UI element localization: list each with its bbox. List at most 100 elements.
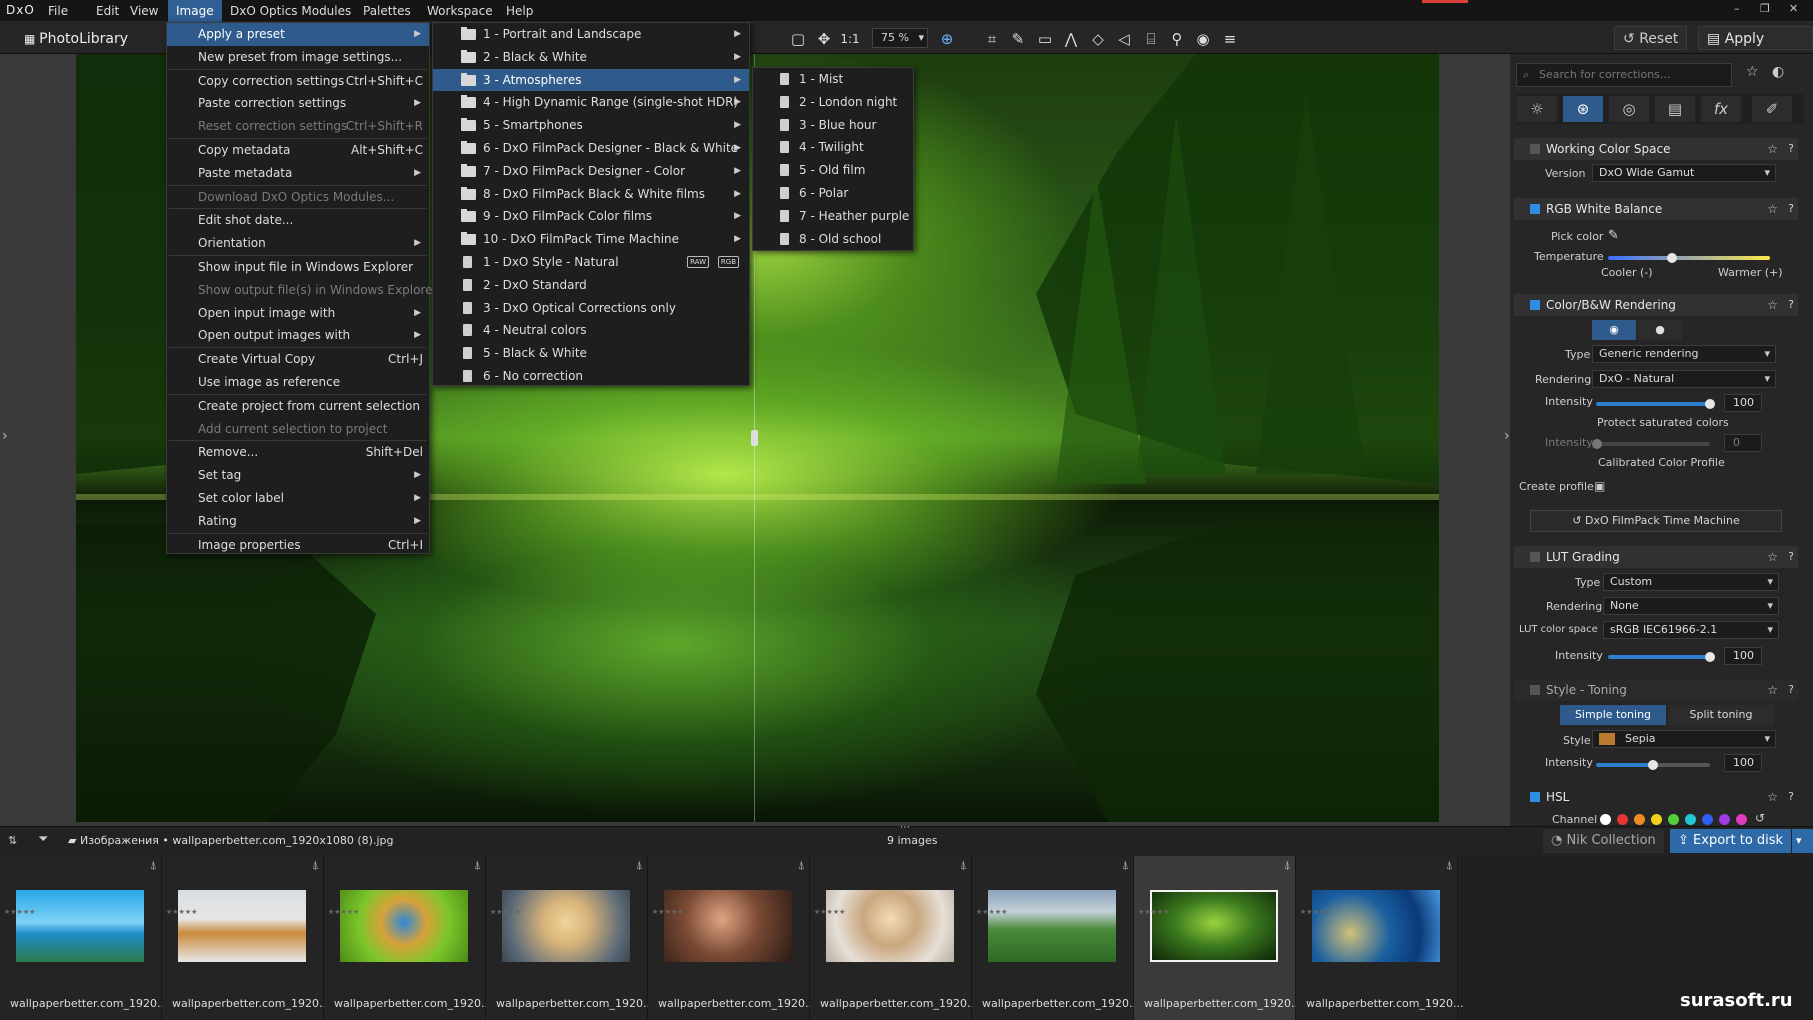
- preset-menu-item[interactable]: 6 - DxO FilmPack Designer - Black & Whit…: [433, 137, 749, 160]
- hsl-channel-dot[interactable]: [1634, 814, 1645, 825]
- temperature-knob[interactable]: [1667, 253, 1677, 263]
- style-toning-header[interactable]: Style - Toning ☆?: [1514, 679, 1798, 701]
- move-icon[interactable]: ✥: [812, 27, 836, 51]
- lut-grading-header[interactable]: LUT Grading ☆?: [1514, 546, 1798, 568]
- preset-menu-item[interactable]: 4 - Neutral colors: [433, 319, 749, 342]
- filmpack-time-machine-button[interactable]: ↺ DxO FilmPack Time Machine: [1530, 510, 1782, 532]
- lut-intensity-slider[interactable]: [1608, 655, 1710, 659]
- close-icon[interactable]: ✕: [1789, 2, 1798, 15]
- one-to-one-button[interactable]: 1:1: [838, 27, 862, 51]
- help-icon[interactable]: ?: [1788, 679, 1794, 701]
- tab-effects-icon[interactable]: fx: [1701, 96, 1741, 122]
- hsl-header[interactable]: HSL ☆?: [1514, 786, 1798, 808]
- star-icon[interactable]: ☆: [1767, 294, 1778, 316]
- menu-item[interactable]: Show input file in Windows Explorer: [167, 256, 429, 279]
- menu-item[interactable]: Add current selection to project: [167, 418, 429, 441]
- reset-button[interactable]: ↺ Reset: [1614, 26, 1688, 50]
- intensity2-value[interactable]: 0: [1724, 434, 1762, 452]
- export-options-chevron-icon[interactable]: ▾: [1792, 829, 1813, 853]
- preset-menu-item[interactable]: 5 - Smartphones ▶: [433, 114, 749, 137]
- atmosphere-preset-item[interactable]: 5 - Old film: [753, 159, 913, 182]
- menu-image[interactable]: Image: [168, 0, 222, 22]
- star-icon[interactable]: ☆: [1767, 679, 1778, 701]
- palette-enable-checkbox[interactable]: [1530, 204, 1540, 214]
- tab-color-icon[interactable]: ⊛: [1563, 96, 1603, 122]
- rendering-type-select[interactable]: Generic rendering: [1592, 345, 1776, 363]
- split-toning-button[interactable]: Split toning: [1668, 705, 1774, 725]
- sort-icon[interactable]: ⇅: [8, 834, 17, 847]
- filmstrip-thumbnail[interactable]: wallpaperbetter.com_1920... ⍋ ★★★★★: [324, 856, 491, 1020]
- atmosphere-preset-item[interactable]: 8 - Old school: [753, 228, 913, 251]
- menu-item[interactable]: Copy correction settings Ctrl+Shift+C: [167, 70, 429, 93]
- palette-enable-checkbox[interactable]: [1530, 144, 1540, 154]
- hsl-channel-dot[interactable]: [1600, 814, 1611, 825]
- version-select[interactable]: DxO Wide Gamut: [1592, 164, 1776, 182]
- menu-item[interactable]: Paste correction settings ▶: [167, 92, 429, 115]
- perspective-icon[interactable]: ⋀: [1059, 27, 1083, 51]
- menu-item[interactable]: Set color label ▶: [167, 487, 429, 510]
- zoom-select[interactable]: 75 % ▾: [872, 28, 928, 48]
- lut-type-select[interactable]: Custom: [1603, 573, 1779, 591]
- menu-palettes[interactable]: Palettes: [355, 0, 419, 22]
- toggle-icon[interactable]: ◐: [1772, 64, 1784, 80]
- drag-handle-icon[interactable]: ⋯: [900, 822, 910, 833]
- filmstrip-thumbnail[interactable]: wallpaperbetter.com_1920... ⍋ ★★★★★: [162, 856, 329, 1020]
- rating-stars[interactable]: ★★★★★: [166, 908, 197, 917]
- create-profile-icon[interactable]: ▣: [1594, 479, 1605, 493]
- menu-item[interactable]: Orientation ▶: [167, 232, 429, 255]
- photolibrary-tab[interactable]: ▦ PhotoLibrary: [24, 27, 128, 51]
- export-to-disk-button[interactable]: ⇪ Export to disk: [1670, 829, 1792, 853]
- rating-stars[interactable]: ★★★★★: [490, 908, 521, 917]
- rgb-white-balance-header[interactable]: RGB White Balance ☆?: [1514, 198, 1798, 220]
- style-select[interactable]: Sepia: [1592, 730, 1776, 748]
- preset-menu-item[interactable]: 8 - DxO FilmPack Black & White films ▶: [433, 183, 749, 206]
- menu-help[interactable]: Help: [498, 0, 541, 22]
- atmosphere-preset-item[interactable]: 6 - Polar: [753, 182, 913, 205]
- grid-overlay-icon[interactable]: ⌸: [1139, 27, 1163, 51]
- menu-view[interactable]: View: [122, 0, 166, 22]
- preset-menu-item[interactable]: 2 - Black & White ▶: [433, 46, 749, 69]
- hsl-channel-dot[interactable]: [1617, 814, 1628, 825]
- temperature-slider[interactable]: [1608, 256, 1770, 260]
- tab-detail-icon[interactable]: ◎: [1609, 96, 1649, 122]
- restore-icon[interactable]: ❐: [1760, 2, 1770, 15]
- color-bw-rendering-header[interactable]: Color/B&W Rendering ☆?: [1514, 294, 1798, 316]
- palette-enable-checkbox[interactable]: [1530, 792, 1540, 802]
- menu-item[interactable]: Paste metadata ▶: [167, 162, 429, 185]
- toning-intensity-knob[interactable]: [1648, 760, 1658, 770]
- tab-local-icon[interactable]: ✐: [1752, 96, 1792, 122]
- eyedropper-icon[interactable]: ✎: [1608, 228, 1619, 243]
- rating-stars[interactable]: ★★★★★: [1138, 908, 1169, 917]
- left-panel-toggle-icon[interactable]: ›: [2, 428, 8, 444]
- preset-menu-item[interactable]: 3 - DxO Optical Corrections only: [433, 297, 749, 320]
- tab-light-icon[interactable]: ☼: [1517, 96, 1557, 122]
- right-panel-toggle-icon[interactable]: ›: [1504, 428, 1510, 444]
- help-icon[interactable]: ?: [1788, 138, 1794, 160]
- preset-menu-item[interactable]: 1 - Portrait and Landscape ▶: [433, 23, 749, 46]
- preset-menu-item[interactable]: 3 - Atmospheres ▶: [433, 68, 749, 92]
- favorite-star-icon[interactable]: ☆: [1746, 64, 1759, 80]
- menu-item[interactable]: Remove... Shift+Del: [167, 441, 429, 464]
- atmosphere-preset-item[interactable]: 7 - Heather purple: [753, 205, 913, 228]
- preset-menu-item[interactable]: 4 - High Dynamic Range (single-shot HDR)…: [433, 91, 749, 114]
- preset-menu-item[interactable]: 1 - DxO Style - Natural RAW RGB: [433, 251, 749, 274]
- menu-item[interactable]: Open output images with ▶: [167, 324, 429, 347]
- filter-icon[interactable]: ⏷: [38, 832, 48, 847]
- star-icon[interactable]: ☆: [1767, 546, 1778, 568]
- rendering-select[interactable]: DxO - Natural: [1592, 370, 1776, 388]
- rating-stars[interactable]: ★★★★★: [1300, 908, 1331, 917]
- tab-geometry-icon[interactable]: ▤: [1655, 96, 1695, 122]
- intensity2-slider[interactable]: [1596, 442, 1710, 446]
- menu-dxo-optics-modules[interactable]: DxO Optics Modules: [222, 0, 359, 22]
- help-icon[interactable]: ?: [1788, 786, 1794, 808]
- eye-icon[interactable]: ◉: [1191, 27, 1215, 51]
- menu-item[interactable]: Download DxO Optics Modules...: [167, 186, 429, 209]
- simple-toning-button[interactable]: Simple toning: [1560, 705, 1666, 725]
- menu-item[interactable]: Use image as reference: [167, 371, 429, 394]
- filmstrip-thumbnail[interactable]: wallpaperbetter.com_1920... ⍋ ★★★★★: [1134, 856, 1301, 1020]
- menu-item[interactable]: Create project from current selection: [167, 395, 429, 418]
- star-icon[interactable]: ☆: [1767, 138, 1778, 160]
- menu-item[interactable]: Image properties Ctrl+I: [167, 534, 429, 557]
- repair-icon[interactable]: ⚲: [1165, 27, 1189, 51]
- menu-item[interactable]: Edit shot date...: [167, 209, 429, 232]
